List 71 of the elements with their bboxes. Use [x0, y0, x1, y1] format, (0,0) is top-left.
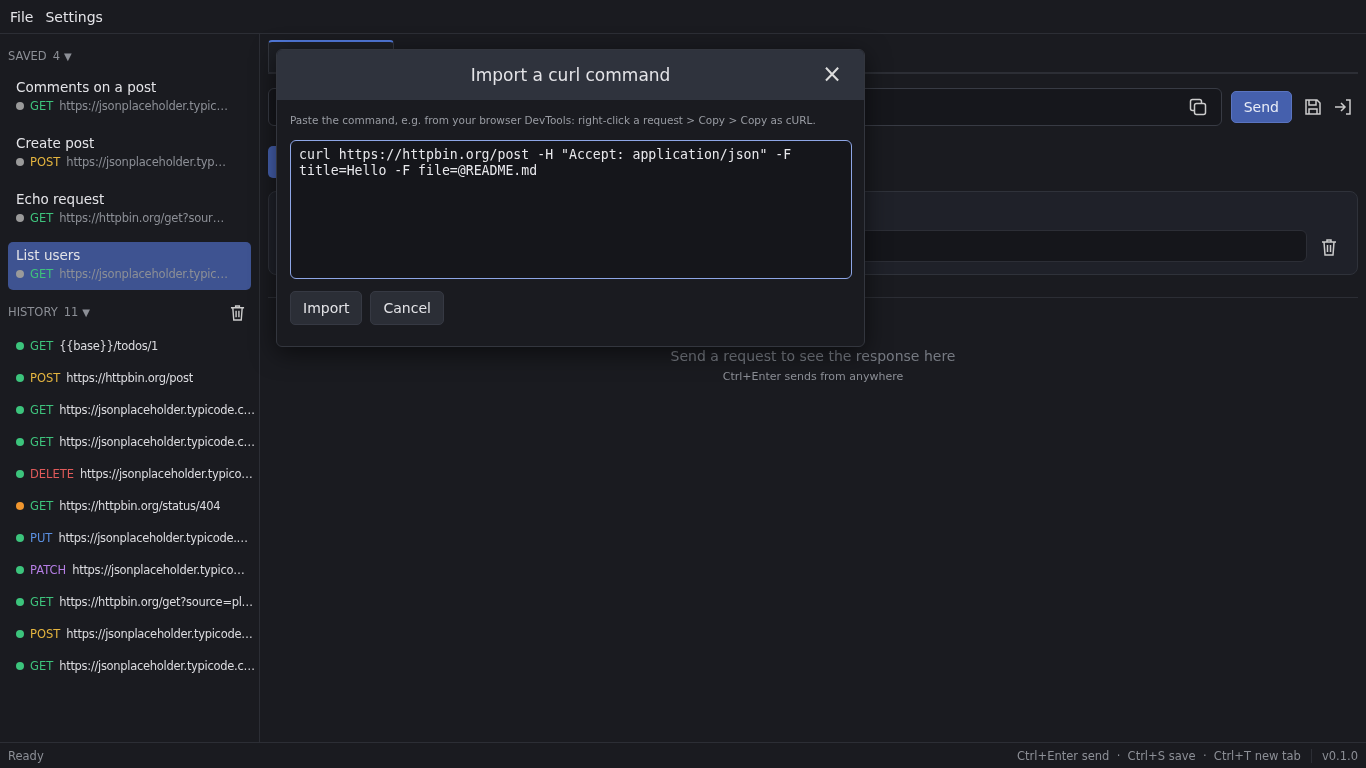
collapse-toggle[interactable]: ▼ [82, 306, 91, 318]
section-label: SAVED [8, 49, 47, 63]
request-name: List users [16, 246, 82, 264]
menu-item[interactable]: Settings [45, 8, 103, 25]
method-label: GET [30, 211, 54, 225]
request-url: {{base}}/todos/1 [59, 339, 159, 353]
method-label: PATCH [30, 563, 67, 577]
history-item[interactable]: GET https://httpbin.org/get?source=pl… [8, 586, 251, 618]
request-name: Echo request [16, 190, 106, 208]
saved-request[interactable]: List users GET https://jsonplaceholder.typic… [8, 242, 251, 290]
section-label: HISTORY [8, 305, 58, 319]
request-url: https://jsonplaceholder.typicode.c… [59, 403, 255, 417]
command-input[interactable]: curl https://httpbin.org/post -H "Accept: application/json" -F title=Hello -F file=@README.md [290, 140, 852, 279]
dialog-title: Import a curl command [470, 65, 671, 85]
method-label: GET [30, 339, 54, 353]
trash-icon[interactable] [230, 303, 245, 321]
shortcut-hints: Ctrl+Enter send · Ctrl+S save · Ctrl+T new tab [1017, 748, 1312, 763]
request-url: https://jsonplaceholder.typic… [59, 267, 228, 281]
request-name: Comments on a post [16, 78, 158, 96]
method-label: GET [30, 403, 54, 417]
method-label: POST [30, 627, 61, 641]
section-count: 11 [63, 305, 79, 319]
request-url: https://jsonplaceholder.typic… [59, 99, 228, 113]
request-name: Create post [16, 134, 96, 152]
request-url: https://httpbin.org/get?source=pl… [59, 595, 253, 609]
method-label: POST [30, 371, 61, 385]
request-url: https://httpbin.org/post [66, 371, 193, 385]
request-url: https://httpbin.org/status/404 [59, 499, 221, 513]
copy-icon[interactable] [1188, 98, 1207, 116]
shortcut-hint: Ctrl+Enter sends from anywhere [722, 370, 904, 383]
history-item[interactable]: POST https://httpbin.org/post [8, 362, 251, 394]
history-item[interactable]: POST https://jsonplaceholder.typicode… [8, 618, 251, 650]
saved-request[interactable]: Echo request GET https://httpbin.org/get?sour… [8, 186, 251, 234]
method-label: GET [30, 499, 54, 513]
method-label: PUT [30, 531, 53, 545]
send-button[interactable]: Send [1230, 91, 1292, 123]
request-url: https://jsonplaceholder.typ… [66, 155, 226, 169]
trash-icon[interactable] [1321, 238, 1337, 256]
saved-request[interactable]: Create post POST https://jsonplaceholder.typ… [8, 130, 251, 178]
method-label: DELETE [30, 467, 75, 481]
section-count: 4 [52, 49, 60, 63]
request-url: https://jsonplaceholder.typico… [80, 467, 253, 481]
status-text: Ready [8, 748, 44, 763]
method-label: GET [30, 595, 54, 609]
request-url: https://httpbin.org/get?sour… [59, 211, 224, 225]
history-item[interactable]: PATCH https://jsonplaceholder.typico… [8, 554, 251, 586]
method-label: GET [30, 99, 54, 113]
method-label: GET [30, 659, 54, 673]
request-url: https://jsonplaceholder.typicode.… [58, 531, 248, 545]
request-url: https://jsonplaceholder.typicode.c… [59, 659, 255, 673]
method-label: GET [30, 435, 54, 449]
history-item[interactable]: GET https://httpbin.org/status/404 [8, 490, 251, 522]
close-button[interactable]: × [819, 63, 844, 85]
dialog-description: Paste the command, e.g. from your browser DevTools: right-click a request > Copy > Copy as cURL. [290, 114, 817, 126]
version-label: v0.1.0 [1320, 748, 1359, 763]
save-icon[interactable] [1304, 98, 1322, 116]
cancel-button[interactable]: Cancel [370, 291, 444, 325]
history-item[interactable]: GET {{base}}/todos/1 [8, 330, 251, 362]
request-url: https://jsonplaceholder.typicode.c… [59, 435, 255, 449]
history-item[interactable]: DELETE https://jsonplaceholder.typico… [8, 458, 251, 490]
empty-message: Send a request to see the response here [670, 348, 956, 364]
saved-request[interactable]: Comments on a post GET https://jsonplaceholder.typic… [8, 74, 251, 122]
method-label: GET [30, 267, 54, 281]
import-icon[interactable] [1334, 98, 1352, 116]
collapse-toggle[interactable]: ▼ [63, 50, 72, 62]
request-url: https://jsonplaceholder.typicode… [66, 627, 253, 641]
import-button[interactable]: Import [290, 291, 363, 325]
method-label: POST [30, 155, 61, 169]
history-item[interactable]: PUT https://jsonplaceholder.typicode.… [8, 522, 251, 554]
request-url: https://jsonplaceholder.typico… [72, 563, 245, 577]
menu-item[interactable]: File [10, 8, 34, 25]
